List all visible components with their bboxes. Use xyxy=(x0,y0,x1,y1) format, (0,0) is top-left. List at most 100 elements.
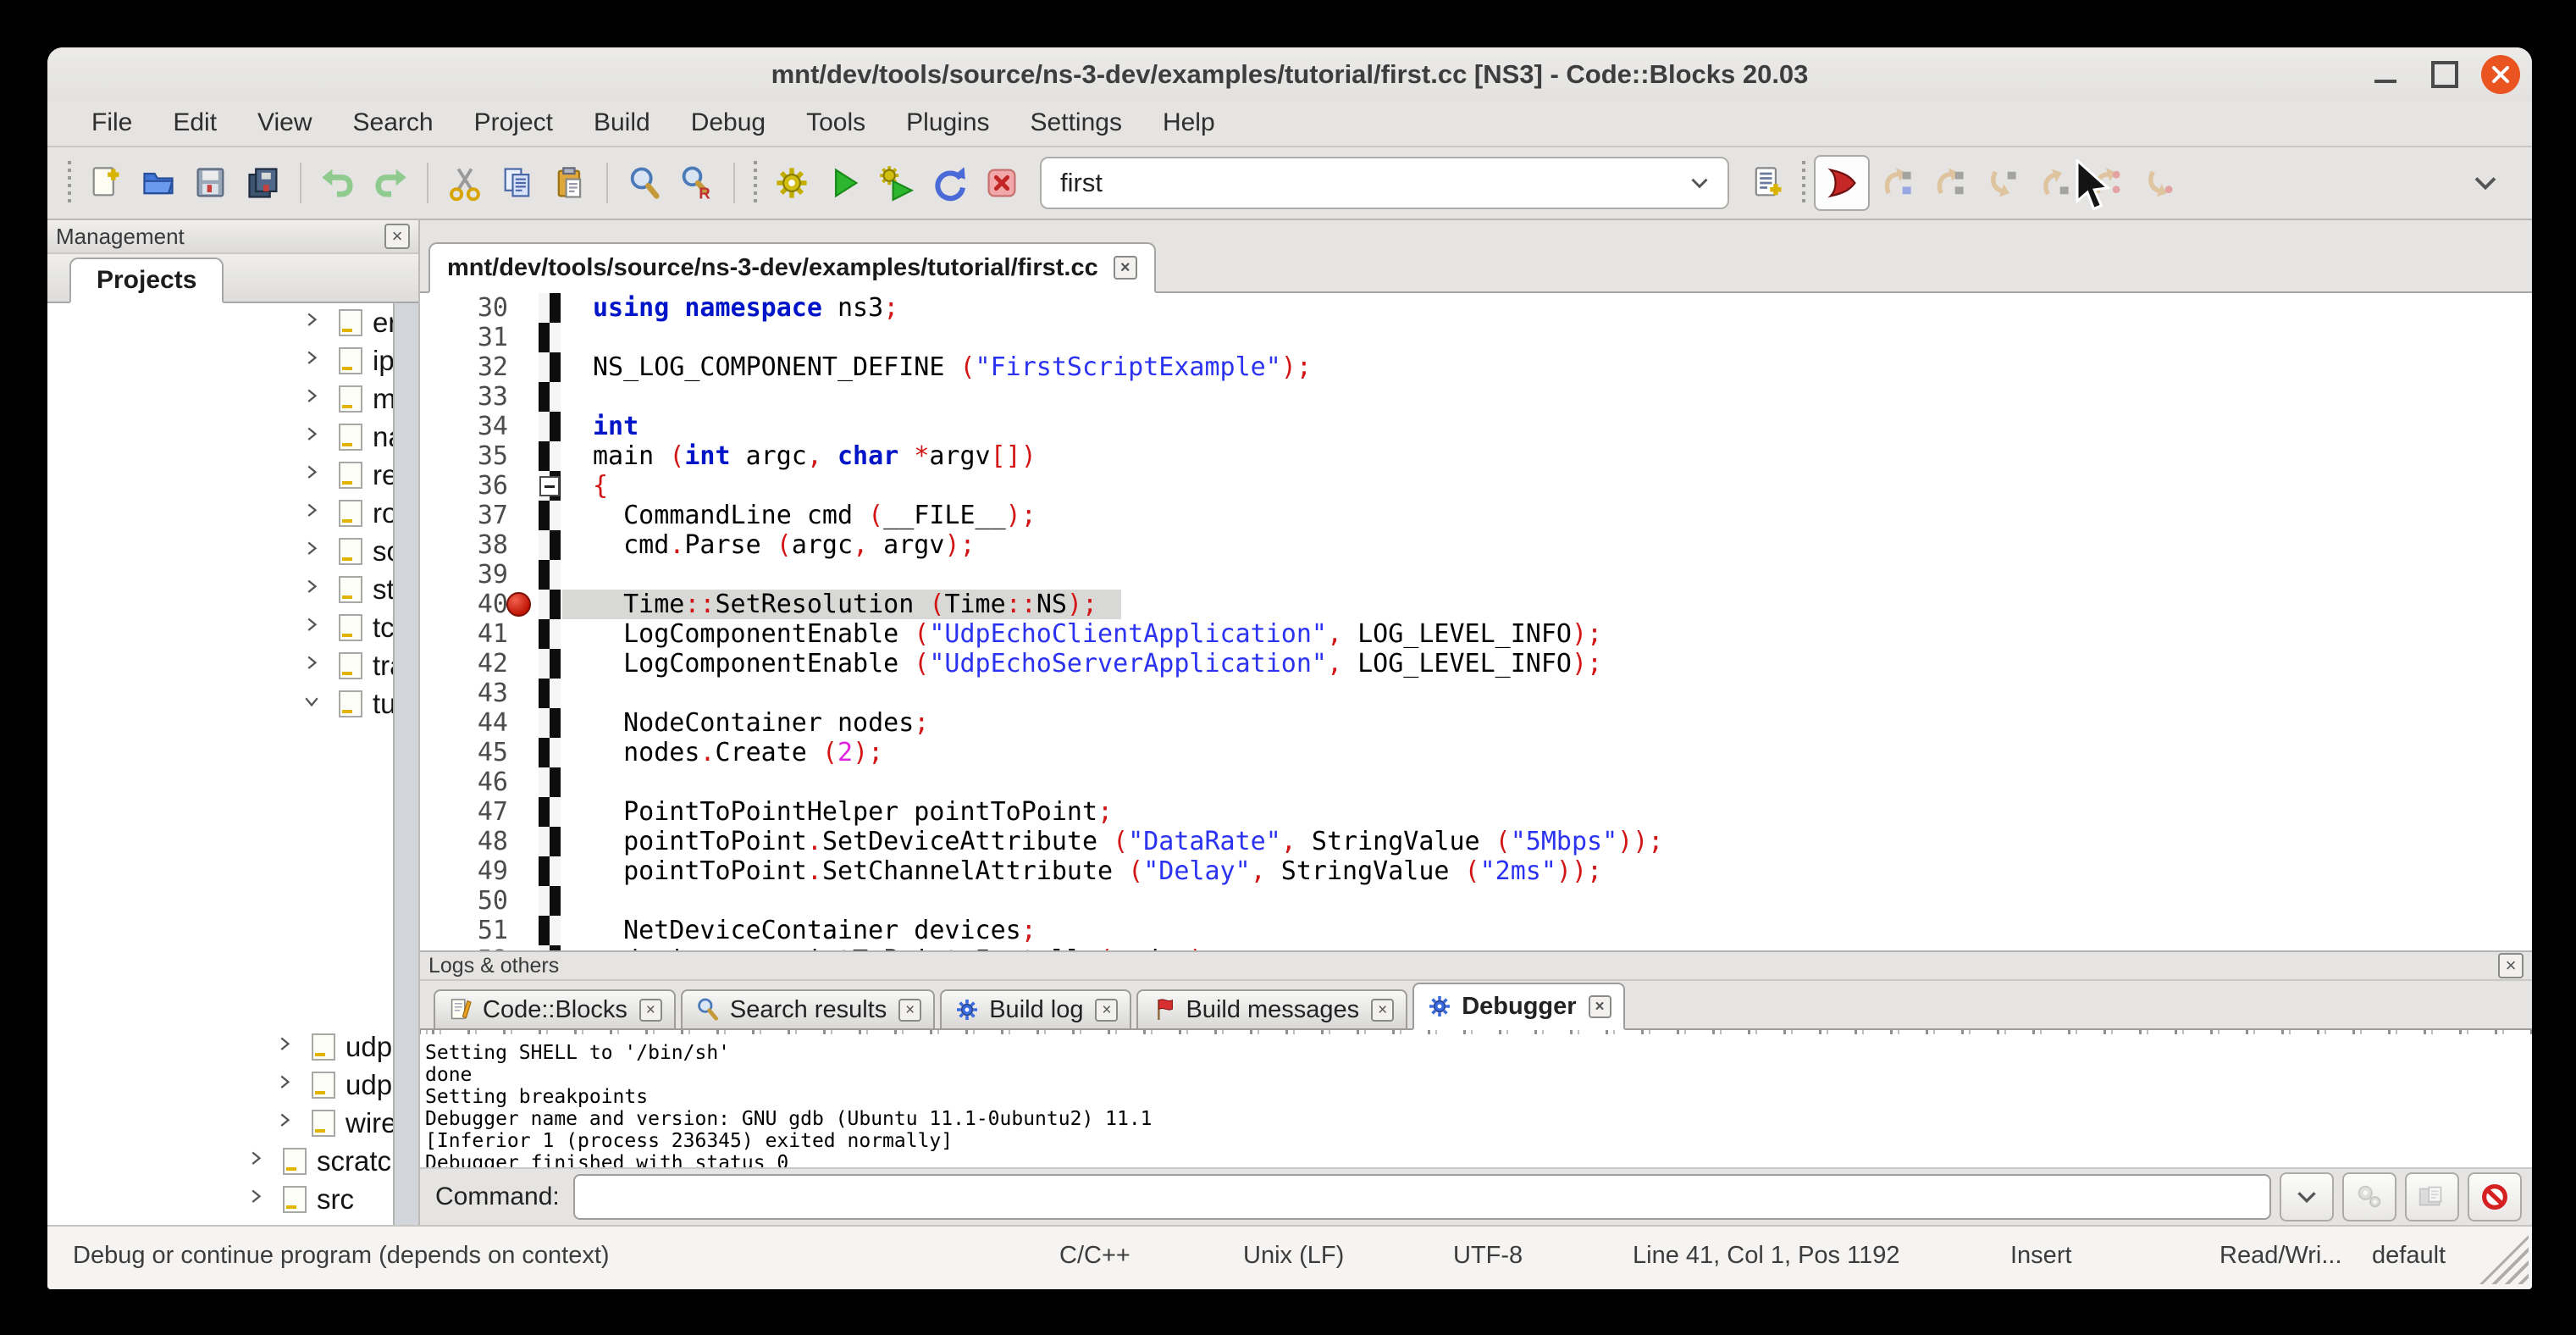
line-number[interactable]: 34 xyxy=(420,412,508,441)
code-line-44[interactable]: 44 NodeContainer nodes; xyxy=(420,708,2532,738)
tree-item-mat[interactable]: mat xyxy=(47,379,418,418)
menu-tools[interactable]: Tools xyxy=(786,102,886,146)
find-button[interactable] xyxy=(618,157,671,209)
code-line-42[interactable]: 42 LogComponentEnable ("UdpEchoServerApp… xyxy=(420,649,2532,679)
logs-close-icon[interactable]: × xyxy=(2498,953,2523,978)
toolbar-grip[interactable] xyxy=(752,161,759,205)
code-line-45[interactable]: 45 nodes.Create (2); xyxy=(420,738,2532,767)
tree-item-erro[interactable]: erro xyxy=(47,303,418,341)
log-tab-close-icon[interactable]: × xyxy=(1095,999,1118,1022)
debugger-output[interactable]: Setting SHELL to '/bin/sh' done Setting … xyxy=(420,1040,2532,1167)
line-number[interactable]: 30 xyxy=(420,293,508,323)
resize-grip[interactable] xyxy=(2479,1235,2529,1284)
line-number[interactable]: 44 xyxy=(420,708,508,738)
select-target-button[interactable] xyxy=(1741,157,1794,209)
maximize-button[interactable] xyxy=(2425,55,2464,94)
code-line-36[interactable]: 36{ xyxy=(420,471,2532,501)
code-line-48[interactable]: 48 pointToPoint.SetDeviceAttribute ("Dat… xyxy=(420,827,2532,856)
close-button[interactable] xyxy=(2481,55,2520,94)
command-dropdown-button[interactable] xyxy=(2280,1172,2334,1221)
line-number[interactable]: 39 xyxy=(420,560,508,590)
code-line-49[interactable]: 49 pointToPoint.SetChannelAttribute ("De… xyxy=(420,856,2532,886)
code-line-52[interactable]: 52 devices = pointToPoint.Install (nodes… xyxy=(420,945,2532,950)
build-target-combobox[interactable]: first xyxy=(1040,157,1729,209)
line-number[interactable]: 43 xyxy=(420,679,508,708)
code-line-35[interactable]: 35main (int argc, char *argv[]) xyxy=(420,441,2532,471)
log-tab-search-results[interactable]: Search results× xyxy=(681,989,935,1030)
tab-projects[interactable]: Projects xyxy=(69,258,224,303)
tree-item-six[interactable]: six xyxy=(47,951,418,989)
save-all-button[interactable] xyxy=(237,157,290,209)
line-number[interactable]: 45 xyxy=(420,738,508,767)
tree-item-se[interactable]: se xyxy=(47,875,418,913)
tree-chevron-right-icon[interactable] xyxy=(301,653,327,679)
tree-item-tuto[interactable]: tuto xyxy=(47,684,418,723)
tree-item-ipv6[interactable]: ipv6 xyxy=(47,341,418,379)
build-button[interactable] xyxy=(766,157,818,209)
tree-item-src[interactable]: src xyxy=(47,1180,418,1218)
tree-chevron-right-icon[interactable] xyxy=(301,539,327,564)
paste-button[interactable] xyxy=(544,157,596,209)
menu-file[interactable]: File xyxy=(71,102,152,146)
tree-item-udp-[interactable]: udp- xyxy=(47,1066,418,1104)
tree-item-rout[interactable]: rout xyxy=(47,494,418,532)
code-line-40[interactable]: 40 Time::SetResolution (Time::NS); xyxy=(420,590,2532,619)
rebuild-button[interactable] xyxy=(923,157,976,209)
code-line-37[interactable]: 37 CommandLine cmd (__FILE__); xyxy=(420,501,2532,530)
tree-item-wire[interactable]: wire xyxy=(47,1104,418,1142)
log-tab-code-blocks[interactable]: Code::Blocks× xyxy=(434,989,676,1030)
menu-debug[interactable]: Debug xyxy=(671,102,786,146)
run-button[interactable] xyxy=(818,157,871,209)
debug-tools-button[interactable] xyxy=(2342,1172,2396,1221)
tree-chevron-right-icon[interactable] xyxy=(301,615,327,640)
line-number[interactable]: 33 xyxy=(420,382,508,412)
code-line-43[interactable]: 43 xyxy=(420,679,2532,708)
code-line-51[interactable]: 51 NetDeviceContainer devices; xyxy=(420,916,2532,945)
code-line-41[interactable]: 41 LogComponentEnable ("UdpEchoClientApp… xyxy=(420,619,2532,649)
line-number[interactable]: 52 xyxy=(420,945,508,950)
tree-item-th[interactable]: th xyxy=(47,989,418,1028)
tree-item-stats[interactable]: stats xyxy=(47,570,418,608)
line-number[interactable]: 31 xyxy=(420,323,508,352)
tree-chevron-right-icon[interactable] xyxy=(274,1072,300,1098)
next-line-button[interactable] xyxy=(1922,157,1975,209)
debug-continue-button[interactable] xyxy=(1814,155,1870,211)
new-file-button[interactable] xyxy=(80,157,132,209)
log-tab-debugger[interactable]: Debugger× xyxy=(1412,983,1624,1030)
line-number[interactable]: 50 xyxy=(420,886,508,916)
tree-chevron-right-icon[interactable] xyxy=(301,386,327,412)
save-file-button[interactable] xyxy=(185,157,237,209)
log-tab-close-icon[interactable]: × xyxy=(639,999,662,1022)
editor-tab[interactable]: mnt/dev/tools/source/ns-3-dev/examples/t… xyxy=(428,242,1156,293)
tree-chevron-down-icon[interactable] xyxy=(301,691,327,717)
menu-plugins[interactable]: Plugins xyxy=(886,102,1009,146)
breakpoint-icon[interactable] xyxy=(506,592,531,617)
tree-item-udp[interactable]: udp xyxy=(47,1028,418,1066)
titlebar[interactable]: mnt/dev/tools/source/ns-3-dev/examples/t… xyxy=(47,47,2532,102)
run-to-cursor-button[interactable] xyxy=(1870,157,1922,209)
line-number[interactable]: 42 xyxy=(420,649,508,679)
undo-button[interactable] xyxy=(312,157,364,209)
tree-chevron-right-icon[interactable] xyxy=(301,310,327,335)
tree-item-traff[interactable]: traff xyxy=(47,646,418,684)
minimize-button[interactable] xyxy=(2366,55,2405,94)
log-tab-close-icon[interactable]: × xyxy=(1371,999,1394,1022)
code-line-30[interactable]: 30using namespace ns3; xyxy=(420,293,2532,323)
abort-build-button[interactable] xyxy=(976,157,1028,209)
build-and-run-button[interactable] xyxy=(871,157,923,209)
line-number[interactable]: 51 xyxy=(420,916,508,945)
management-close-icon[interactable]: × xyxy=(384,224,410,249)
toolbar-grip[interactable] xyxy=(66,161,73,205)
step-into-button[interactable] xyxy=(1975,157,2027,209)
toolbar-overflow-button[interactable] xyxy=(2459,157,2512,209)
tree-chevron-right-icon[interactable] xyxy=(301,424,327,450)
tree-chevron-right-icon[interactable] xyxy=(274,1111,300,1136)
step-out-button[interactable] xyxy=(2027,157,2080,209)
menu-help[interactable]: Help xyxy=(1142,102,1235,146)
tree-item-fif[interactable]: fif xyxy=(47,723,418,761)
code-line-47[interactable]: 47 PointToPointHelper pointToPoint; xyxy=(420,797,2532,827)
tree-chevron-right-icon[interactable] xyxy=(301,463,327,488)
menu-settings[interactable]: Settings xyxy=(1010,102,1142,146)
code-line-31[interactable]: 31 xyxy=(420,323,2532,352)
code-line-33[interactable]: 33 xyxy=(420,382,2532,412)
